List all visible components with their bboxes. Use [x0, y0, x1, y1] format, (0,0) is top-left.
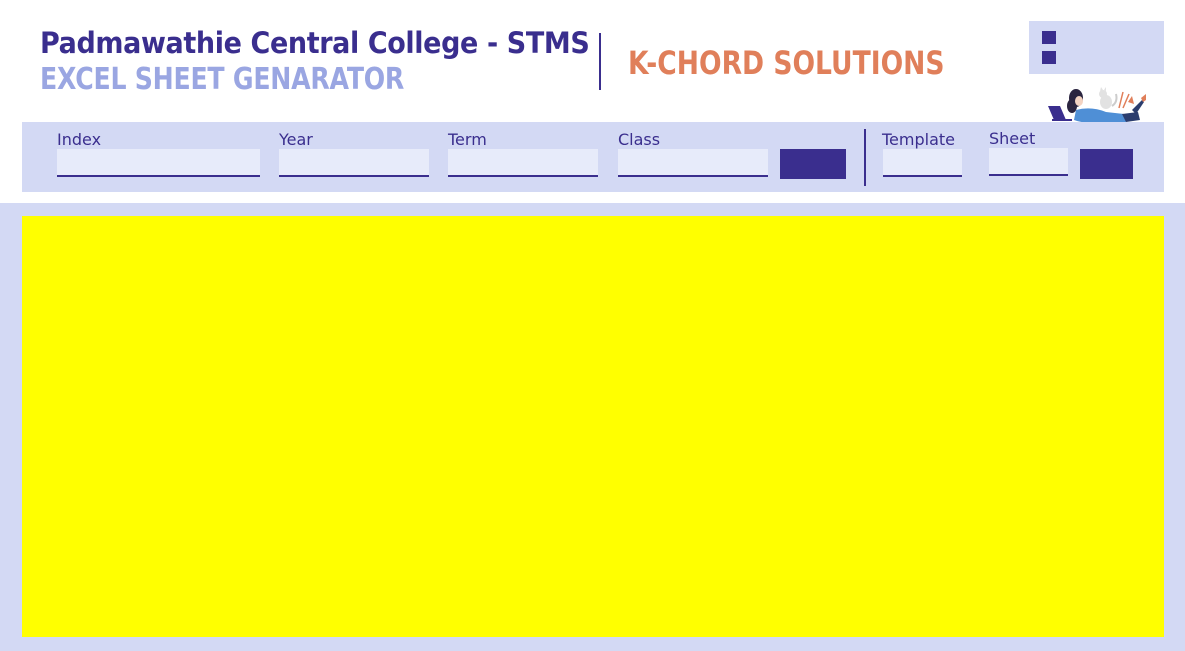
- generate-button[interactable]: [780, 149, 846, 179]
- sheet-input[interactable]: [989, 148, 1068, 176]
- header-divider: [599, 33, 601, 90]
- brand-name: K-CHORD SOLUTIONS: [628, 44, 945, 82]
- year-label: Year: [279, 130, 313, 149]
- menu-button[interactable]: [1029, 21, 1164, 74]
- class-label: Class: [618, 130, 661, 149]
- filter-toolbar: Index Year Term Class Template Sheet: [22, 122, 1164, 192]
- index-label: Index: [57, 130, 102, 149]
- menu-square-icon: [1042, 31, 1056, 44]
- sheet-label: Sheet: [989, 129, 1036, 148]
- woman-with-laptop-illustration-icon: [1048, 87, 1146, 124]
- sheet-preview-area[interactable]: [22, 216, 1164, 637]
- class-input[interactable]: [618, 149, 768, 177]
- app-title: Padmawathie Central College - STMS: [40, 26, 590, 60]
- main-panel: [0, 203, 1185, 651]
- year-input[interactable]: [279, 149, 429, 177]
- app-subtitle: EXCEL SHEET GENARATOR: [40, 62, 405, 97]
- index-input[interactable]: [57, 149, 260, 177]
- term-label: Term: [448, 130, 487, 149]
- term-input[interactable]: [448, 149, 598, 177]
- template-input[interactable]: [883, 149, 962, 177]
- sheet-action-button[interactable]: [1080, 149, 1133, 179]
- toolbar-divider: [864, 129, 866, 186]
- menu-square-icon: [1042, 51, 1056, 64]
- template-label: Template: [882, 130, 956, 149]
